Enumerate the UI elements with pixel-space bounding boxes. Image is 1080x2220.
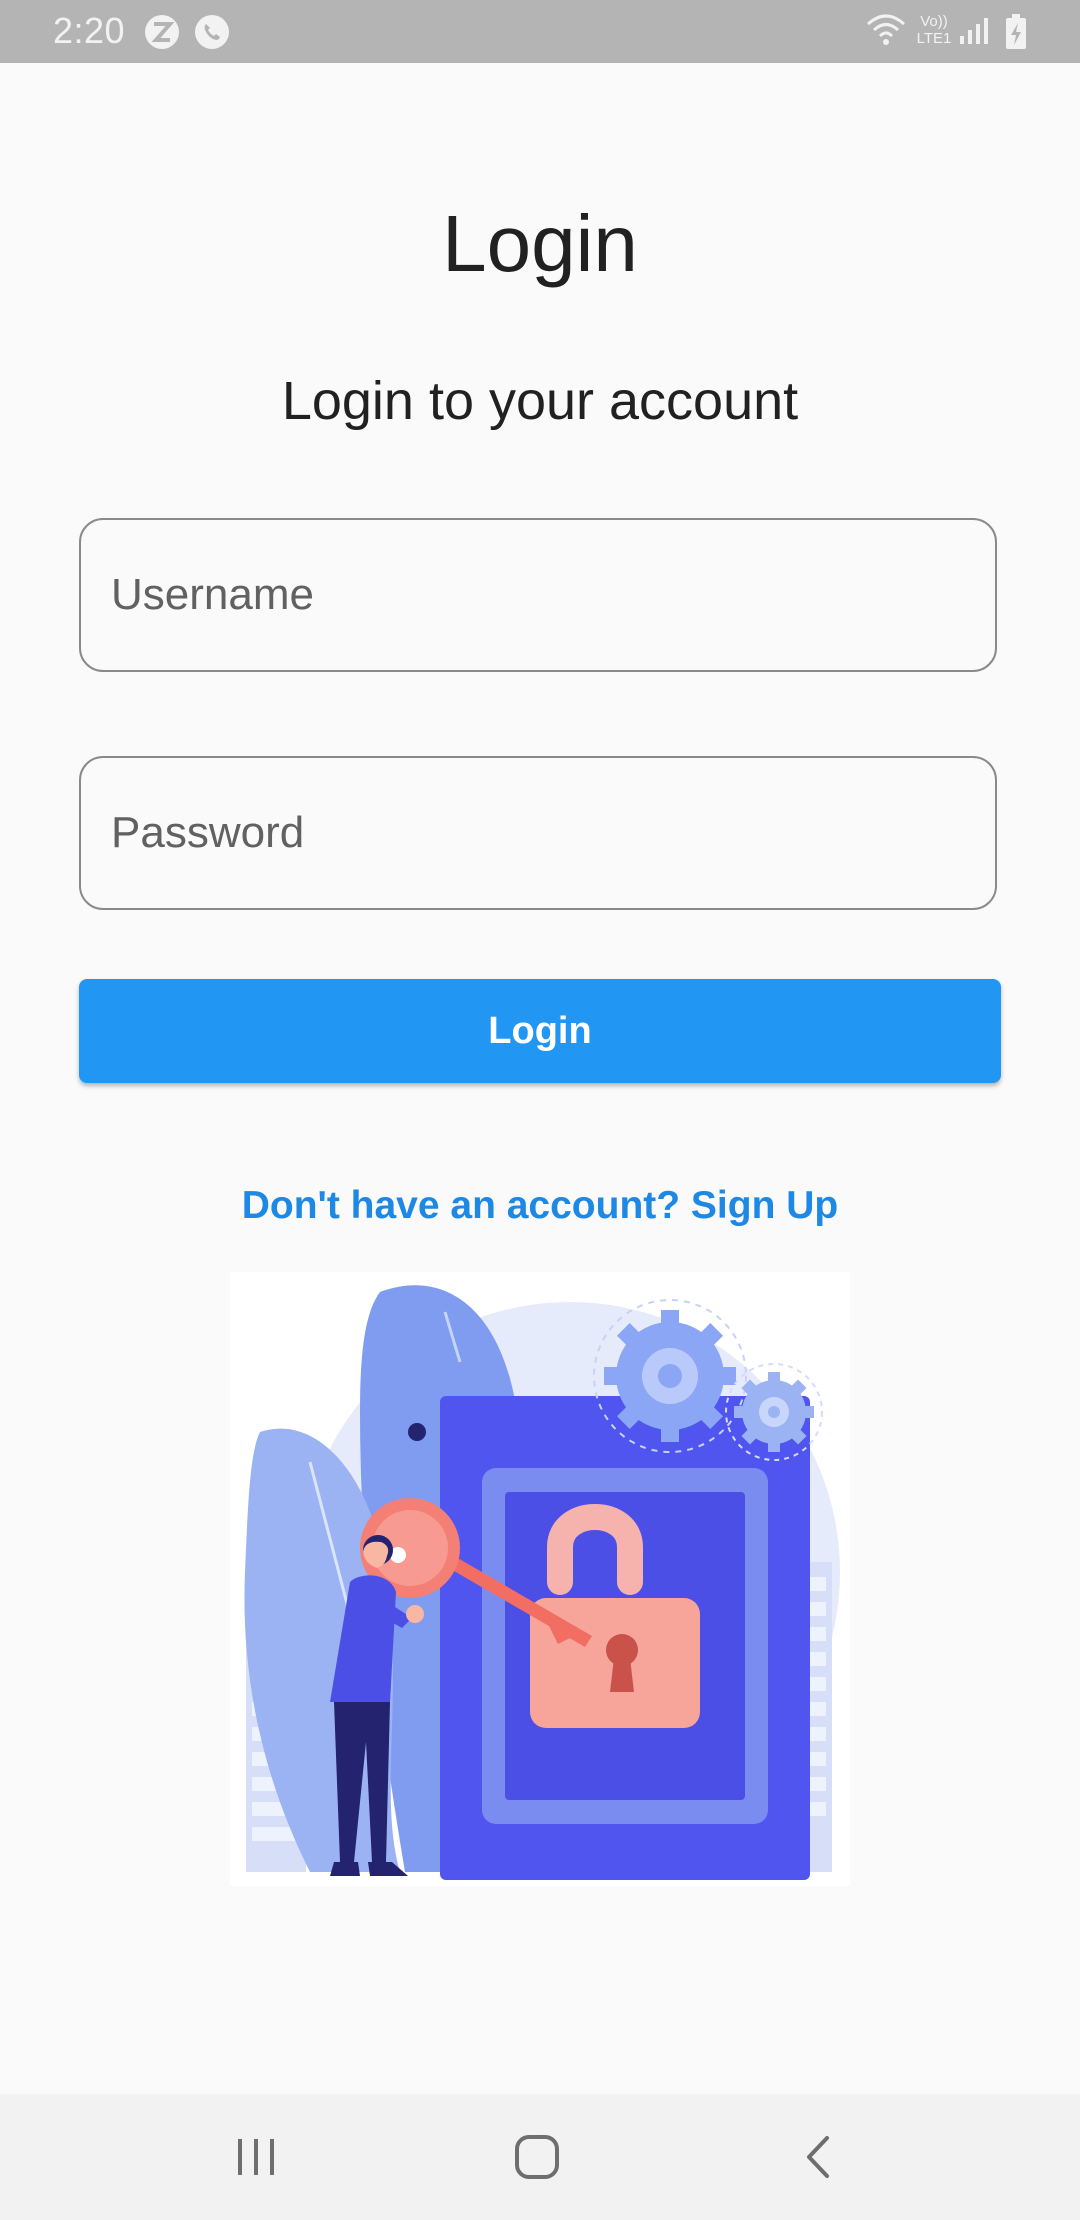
- page-title: Login: [442, 199, 638, 288]
- volte-text-top: Vo)): [920, 13, 948, 30]
- volte-icon: Vo)) LTE1: [916, 13, 952, 47]
- back-button[interactable]: [718, 2094, 918, 2220]
- page-subtitle: Login to your account: [281, 371, 799, 431]
- home-button[interactable]: [437, 2094, 637, 2220]
- navigation-bar: [0, 2094, 1080, 2220]
- unlock-illustration: [230, 1272, 850, 1886]
- back-icon: [807, 2136, 829, 2178]
- password-field[interactable]: [79, 756, 997, 910]
- recent-apps-button[interactable]: [156, 2094, 356, 2220]
- status-time: 2:20: [53, 10, 126, 51]
- username-input[interactable]: [111, 520, 971, 670]
- signal-icon: [960, 18, 988, 44]
- battery-charging-icon: [1006, 14, 1026, 49]
- recent-apps-icon: [238, 2139, 274, 2175]
- login-button[interactable]: Login: [79, 979, 1001, 1083]
- status-bar: 2:20 Vo)) LTE1: [0, 0, 1080, 63]
- password-input[interactable]: [111, 758, 971, 908]
- z-app-icon: [145, 15, 179, 49]
- phone-call-icon: [195, 15, 229, 49]
- home-icon: [515, 2135, 559, 2179]
- signup-link[interactable]: Don't have an account? Sign Up: [0, 1184, 1080, 1228]
- wifi-icon: [867, 14, 905, 45]
- volte-text-bottom: LTE1: [916, 30, 952, 47]
- username-field[interactable]: [79, 518, 997, 672]
